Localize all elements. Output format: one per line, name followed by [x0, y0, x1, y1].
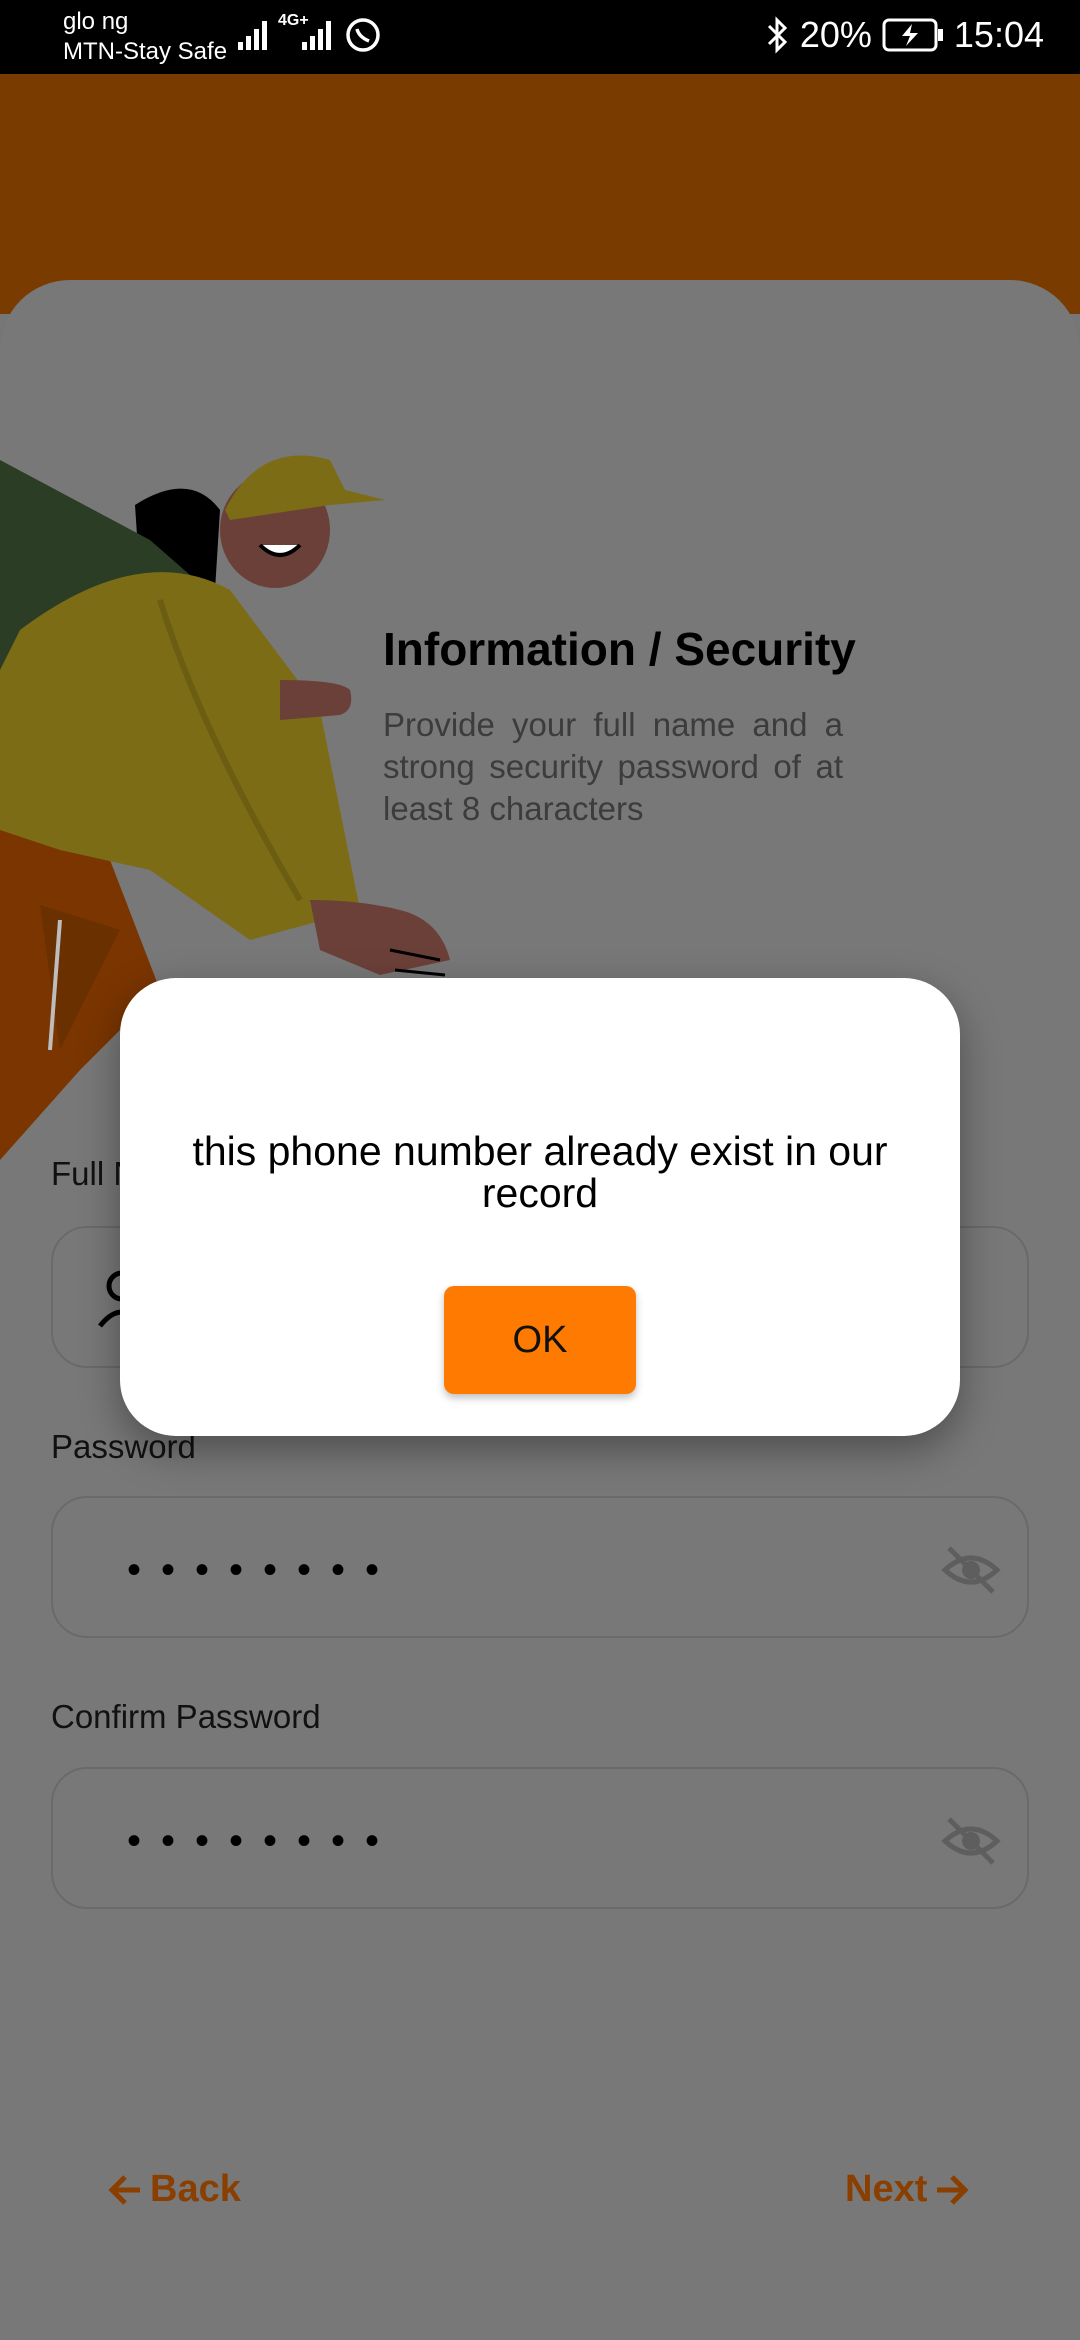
page-title: Information / Security [383, 623, 856, 675]
next-label: Next [845, 2168, 928, 2210]
arrow-left-icon [108, 2174, 140, 2205]
arrow-right-icon [937, 2174, 969, 2205]
battery-percentage: 20% [799, 14, 872, 55]
header-band [0, 74, 1080, 314]
page-description: Provide your full name and a strong secu… [383, 706, 843, 827]
next-button[interactable]: Next [845, 2168, 969, 2211]
confirm-password-field[interactable]: •••••••• [51, 1767, 1029, 1909]
bluetooth-icon [767, 16, 787, 54]
signal-icon-secondary [302, 21, 331, 50]
confirm-password-value: •••••••• [127, 1819, 400, 1863]
back-label: Back [150, 2168, 241, 2210]
eye-off-icon[interactable] [941, 1815, 1001, 1867]
dialog-message: this phone number already exist in our r… [192, 1128, 888, 1216]
back-button[interactable]: Back [108, 2168, 241, 2211]
eye-off-icon[interactable] [941, 1544, 1001, 1596]
clock: 15:04 [953, 14, 1044, 55]
password-value: •••••••• [127, 1548, 400, 1592]
status-bar: glo ng MTN-Stay Safe 4G+ 20% 15:04 [0, 0, 1080, 74]
password-field[interactable]: •••••••• [51, 1496, 1029, 1638]
confirm-password-label: Confirm Password [51, 1698, 321, 1735]
carrier-name-primary: glo ng [63, 8, 129, 35]
carrier-name-secondary: MTN-Stay Safe [63, 38, 228, 65]
ok-button[interactable]: OK [444, 1286, 636, 1394]
signal-icon [238, 21, 267, 50]
alert-dialog: this phone number already exist in our r… [120, 978, 960, 1436]
battery-charging-icon [882, 18, 943, 52]
whatsapp-icon [346, 18, 380, 52]
